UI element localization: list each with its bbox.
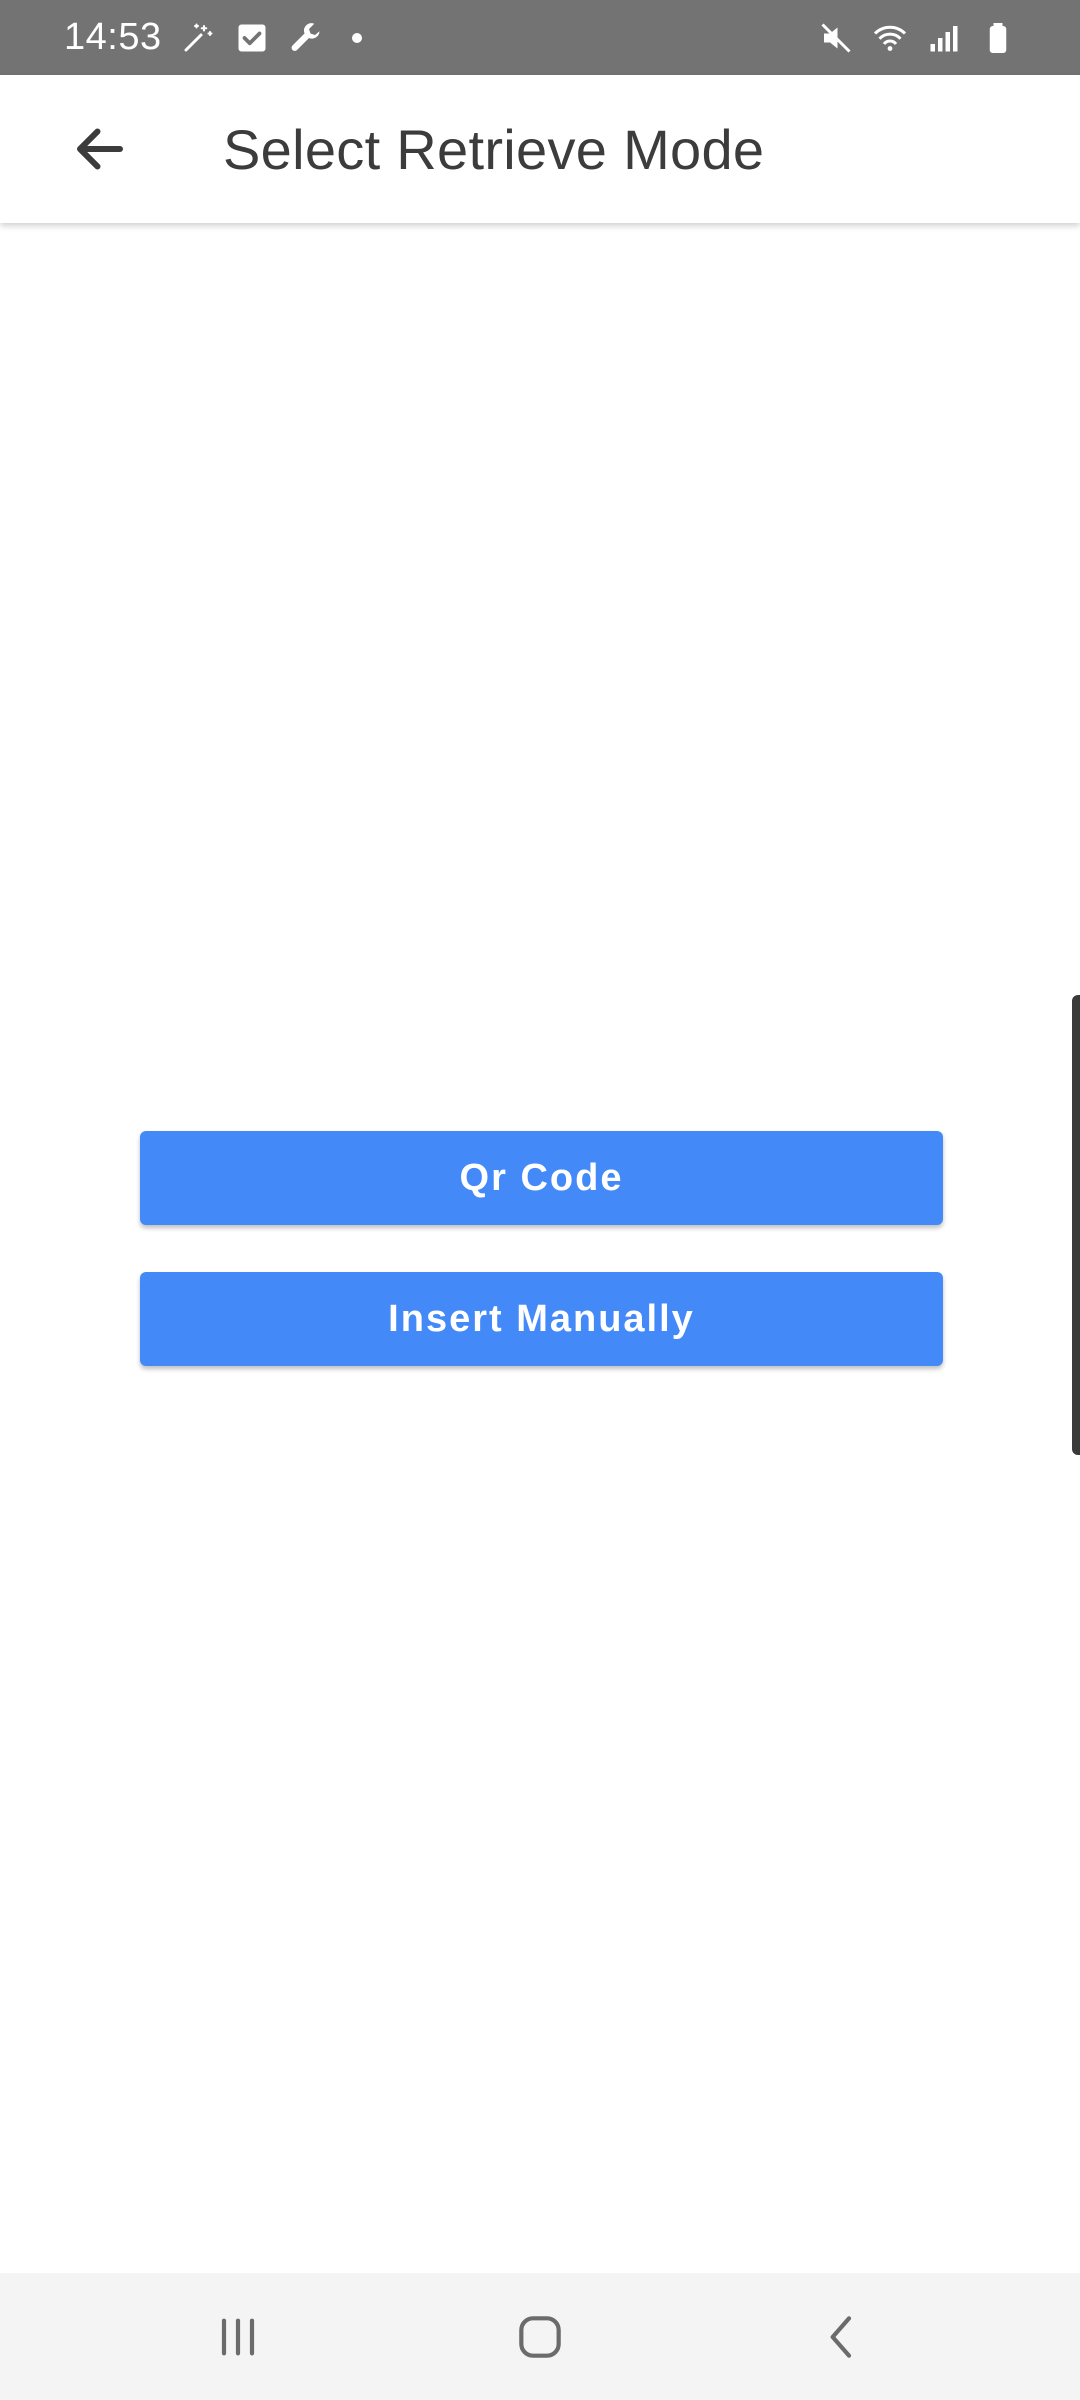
status-left: 14:53 (64, 16, 362, 59)
recent-apps-button[interactable] (168, 2273, 308, 2400)
home-icon (512, 2309, 568, 2365)
back-button[interactable] (45, 94, 155, 204)
navigation-bar (0, 2273, 1080, 2400)
back-icon (814, 2309, 870, 2365)
nav-back-button[interactable] (772, 2273, 912, 2400)
status-right (818, 20, 1016, 56)
app-bar: Select Retrieve Mode (0, 75, 1080, 223)
status-time: 14:53 (64, 16, 162, 58)
recent-apps-icon (210, 2309, 266, 2365)
status-bar: 14:53 (0, 0, 1080, 75)
arrow-back-icon (70, 119, 130, 179)
wrench-icon (288, 20, 324, 56)
battery-icon (980, 20, 1016, 56)
screen: 14:53 Select Retrieve Mode Qr Code Inser… (0, 0, 1080, 2400)
notification-dot-icon (351, 32, 362, 43)
insert-manually-button[interactable]: Insert Manually (140, 1272, 943, 1366)
wifi-icon (872, 20, 908, 56)
page-title: Select Retrieve Mode (223, 117, 765, 181)
edge-panel-handle[interactable] (1072, 995, 1080, 1455)
signal-icon (926, 20, 962, 56)
mute-icon (818, 20, 854, 56)
checkbox-icon (234, 20, 270, 56)
qr-code-button[interactable]: Qr Code (140, 1131, 943, 1225)
home-button[interactable] (470, 2273, 610, 2400)
magic-wand-icon (180, 20, 216, 56)
